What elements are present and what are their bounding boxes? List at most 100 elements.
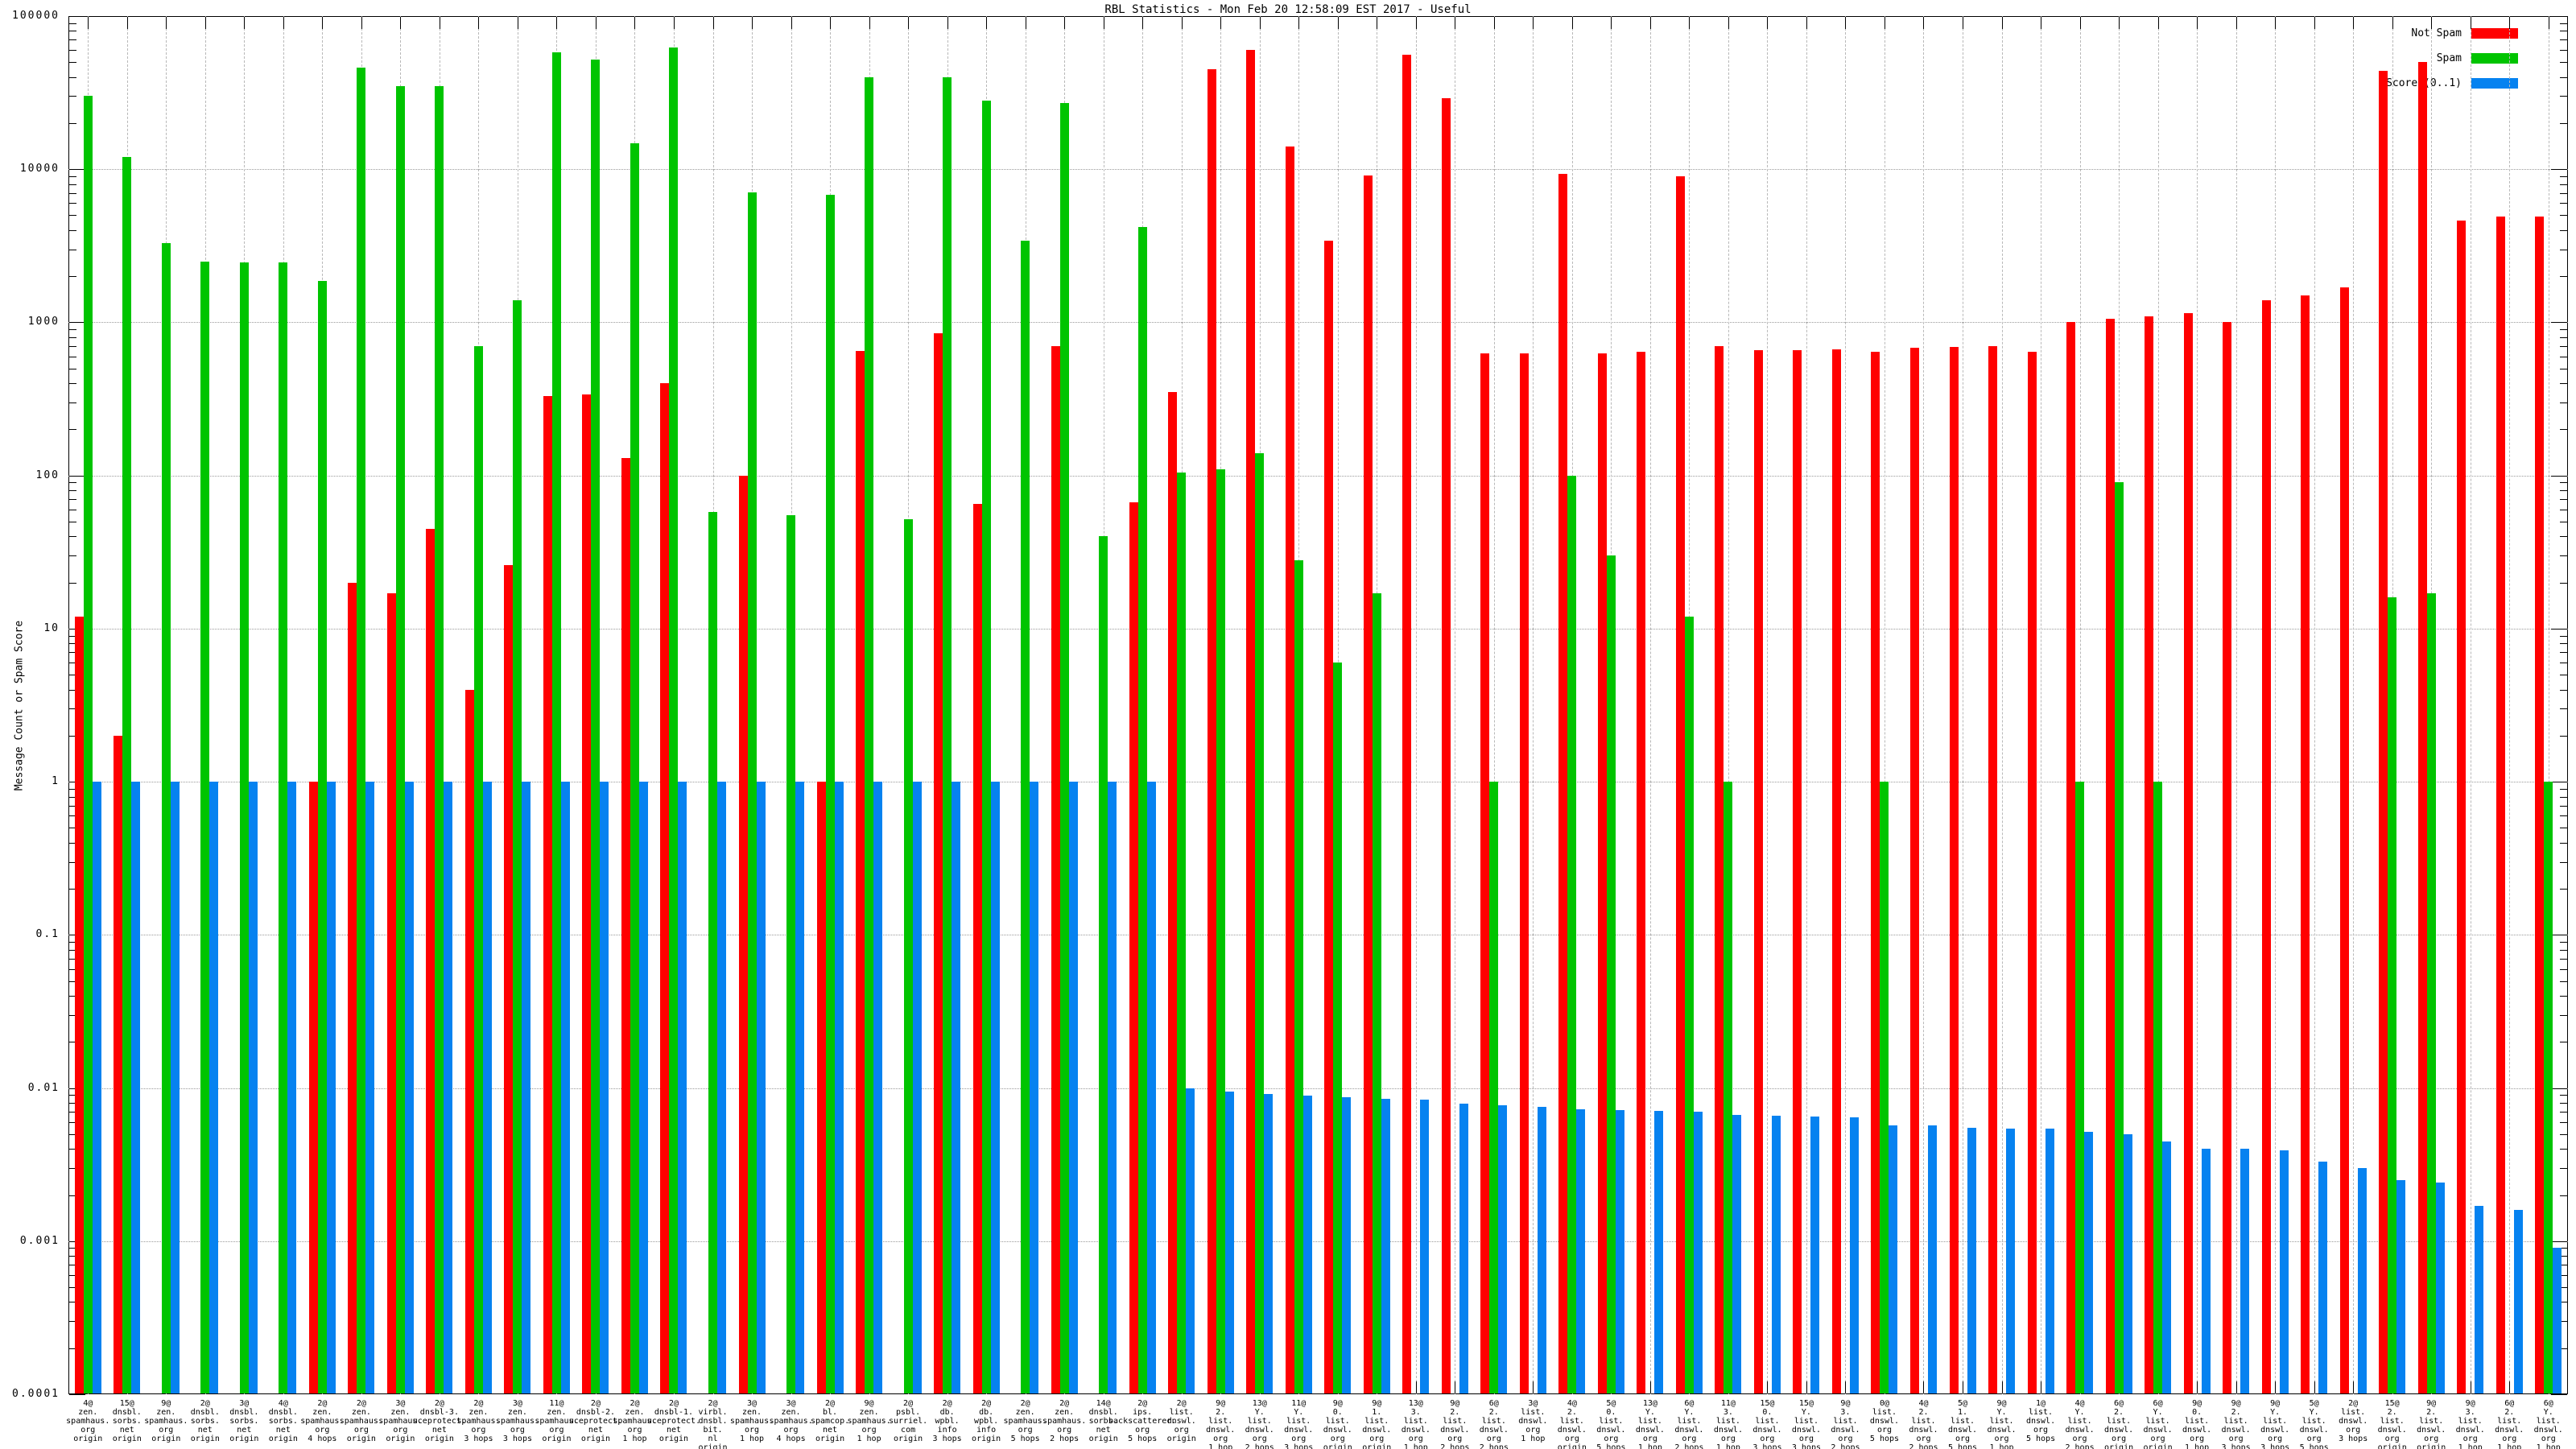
x-top-tick: [1533, 17, 1534, 29]
x-top-tick: [1611, 17, 1612, 29]
bar-not-spam: [1637, 352, 1646, 1393]
bar-score: [1498, 1105, 1508, 1393]
y-major-tick: [2551, 1394, 2567, 1395]
y-minor-tick: [2560, 499, 2567, 501]
y-minor-tick: [2560, 1195, 2567, 1196]
y-tick-label: 0.1: [35, 928, 60, 941]
bar-spam: [200, 261, 210, 1393]
bar-score: [952, 782, 961, 1393]
bar-spam: [239, 262, 249, 1393]
y-minor-tick: [69, 336, 76, 338]
bar-not-spam: [934, 332, 943, 1393]
bar-spam: [1021, 241, 1030, 1393]
bar-score: [795, 782, 805, 1393]
y-tick-label: 0.001: [19, 1234, 60, 1247]
bar-not-spam: [2261, 299, 2271, 1393]
bar-spam: [630, 143, 639, 1393]
y-minor-tick: [69, 62, 76, 64]
y-minor-tick: [69, 429, 76, 431]
x-top-tick: [1493, 17, 1495, 29]
bar-score: [873, 782, 883, 1393]
bar-spam: [279, 262, 288, 1393]
bar-score: [2553, 1248, 2562, 1393]
y-minor-tick: [2560, 708, 2567, 710]
bar-score: [2084, 1131, 2094, 1393]
bar-not-spam: [74, 616, 84, 1393]
bar-not-spam: [114, 735, 123, 1393]
bar-spam: [903, 518, 913, 1393]
y-minor-tick: [69, 276, 76, 278]
bar-not-spam: [2105, 319, 2115, 1393]
y-minor-tick: [2560, 788, 2567, 790]
bar-spam: [1294, 559, 1303, 1393]
bar-not-spam: [1285, 147, 1294, 1393]
y-minor-tick: [2560, 96, 2567, 97]
y-minor-tick: [69, 215, 76, 217]
x-bottom-tick: [1923, 1381, 1925, 1393]
y-minor-tick: [2560, 23, 2567, 24]
bar-spam: [395, 85, 405, 1393]
x-bottom-tick: [2001, 1381, 2003, 1393]
y-minor-tick: [69, 192, 76, 194]
bar-score: [678, 782, 687, 1393]
bar-not-spam: [972, 504, 982, 1393]
rbl-statistics-chart: RBL Statistics - Mon Feb 20 12:58:09 EST…: [0, 0, 2576, 1449]
bar-not-spam: [543, 396, 552, 1393]
bar-not-spam: [2145, 316, 2154, 1393]
bar-not-spam: [1715, 345, 1724, 1393]
x-top-tick: [2157, 17, 2159, 29]
bar-not-spam: [2066, 322, 2076, 1393]
bar-spam: [2114, 482, 2124, 1393]
y-minor-tick: [2560, 490, 2567, 492]
bar-score: [560, 782, 570, 1393]
bar-score: [1732, 1114, 1742, 1393]
bar-score: [365, 782, 375, 1393]
bar-score: [1810, 1117, 1820, 1393]
x-top-tick: [986, 17, 988, 29]
bar-spam: [2426, 593, 2436, 1393]
y-minor-tick: [2560, 482, 2567, 484]
x-bottom-tick: [1649, 1381, 1651, 1393]
x-gridline: [1649, 16, 1651, 1394]
bar-score: [1342, 1097, 1352, 1393]
bar-not-spam: [2457, 221, 2467, 1393]
x-top-tick: [1064, 17, 1066, 29]
y-minor-tick: [69, 175, 76, 177]
bar-not-spam: [426, 528, 436, 1393]
bar-not-spam: [2183, 312, 2193, 1393]
bar-spam: [1137, 226, 1147, 1393]
x-top-tick: [947, 17, 948, 29]
y-minor-tick: [2560, 192, 2567, 194]
bar-not-spam: [1597, 353, 1607, 1393]
x-top-tick: [2431, 17, 2433, 29]
bar-not-spam: [2535, 217, 2545, 1393]
bar-score: [2318, 1162, 2328, 1393]
y-minor-tick: [2560, 229, 2567, 231]
x-bottom-tick: [2353, 1381, 2355, 1393]
bar-not-spam: [1558, 174, 1568, 1393]
y-minor-tick: [2560, 429, 2567, 431]
bar-score: [1224, 1091, 1234, 1393]
bar-not-spam: [1793, 349, 1802, 1393]
bar-score: [717, 782, 726, 1393]
y-minor-tick: [2560, 958, 2567, 960]
bar-not-spam: [1441, 98, 1451, 1393]
y-minor-tick: [69, 383, 76, 385]
x-gridline: [1806, 16, 1807, 1394]
y-minor-tick: [2560, 39, 2567, 41]
bar-score: [2435, 1183, 2445, 1393]
y-tick-label: 10000: [19, 163, 60, 175]
bar-not-spam: [582, 394, 592, 1393]
x-top-tick: [1415, 17, 1417, 29]
bar-spam: [1724, 782, 1733, 1393]
y-minor-tick: [2560, 1133, 2567, 1135]
y-minor-tick: [2560, 1095, 2567, 1096]
bar-score: [326, 782, 336, 1393]
bar-not-spam: [1402, 54, 1412, 1393]
y-minor-tick: [69, 122, 76, 124]
bar-score: [600, 782, 609, 1393]
x-top-tick: [166, 17, 167, 29]
bar-spam: [669, 47, 679, 1393]
y-minor-tick: [2560, 980, 2567, 982]
bar-score: [1537, 1107, 1546, 1393]
